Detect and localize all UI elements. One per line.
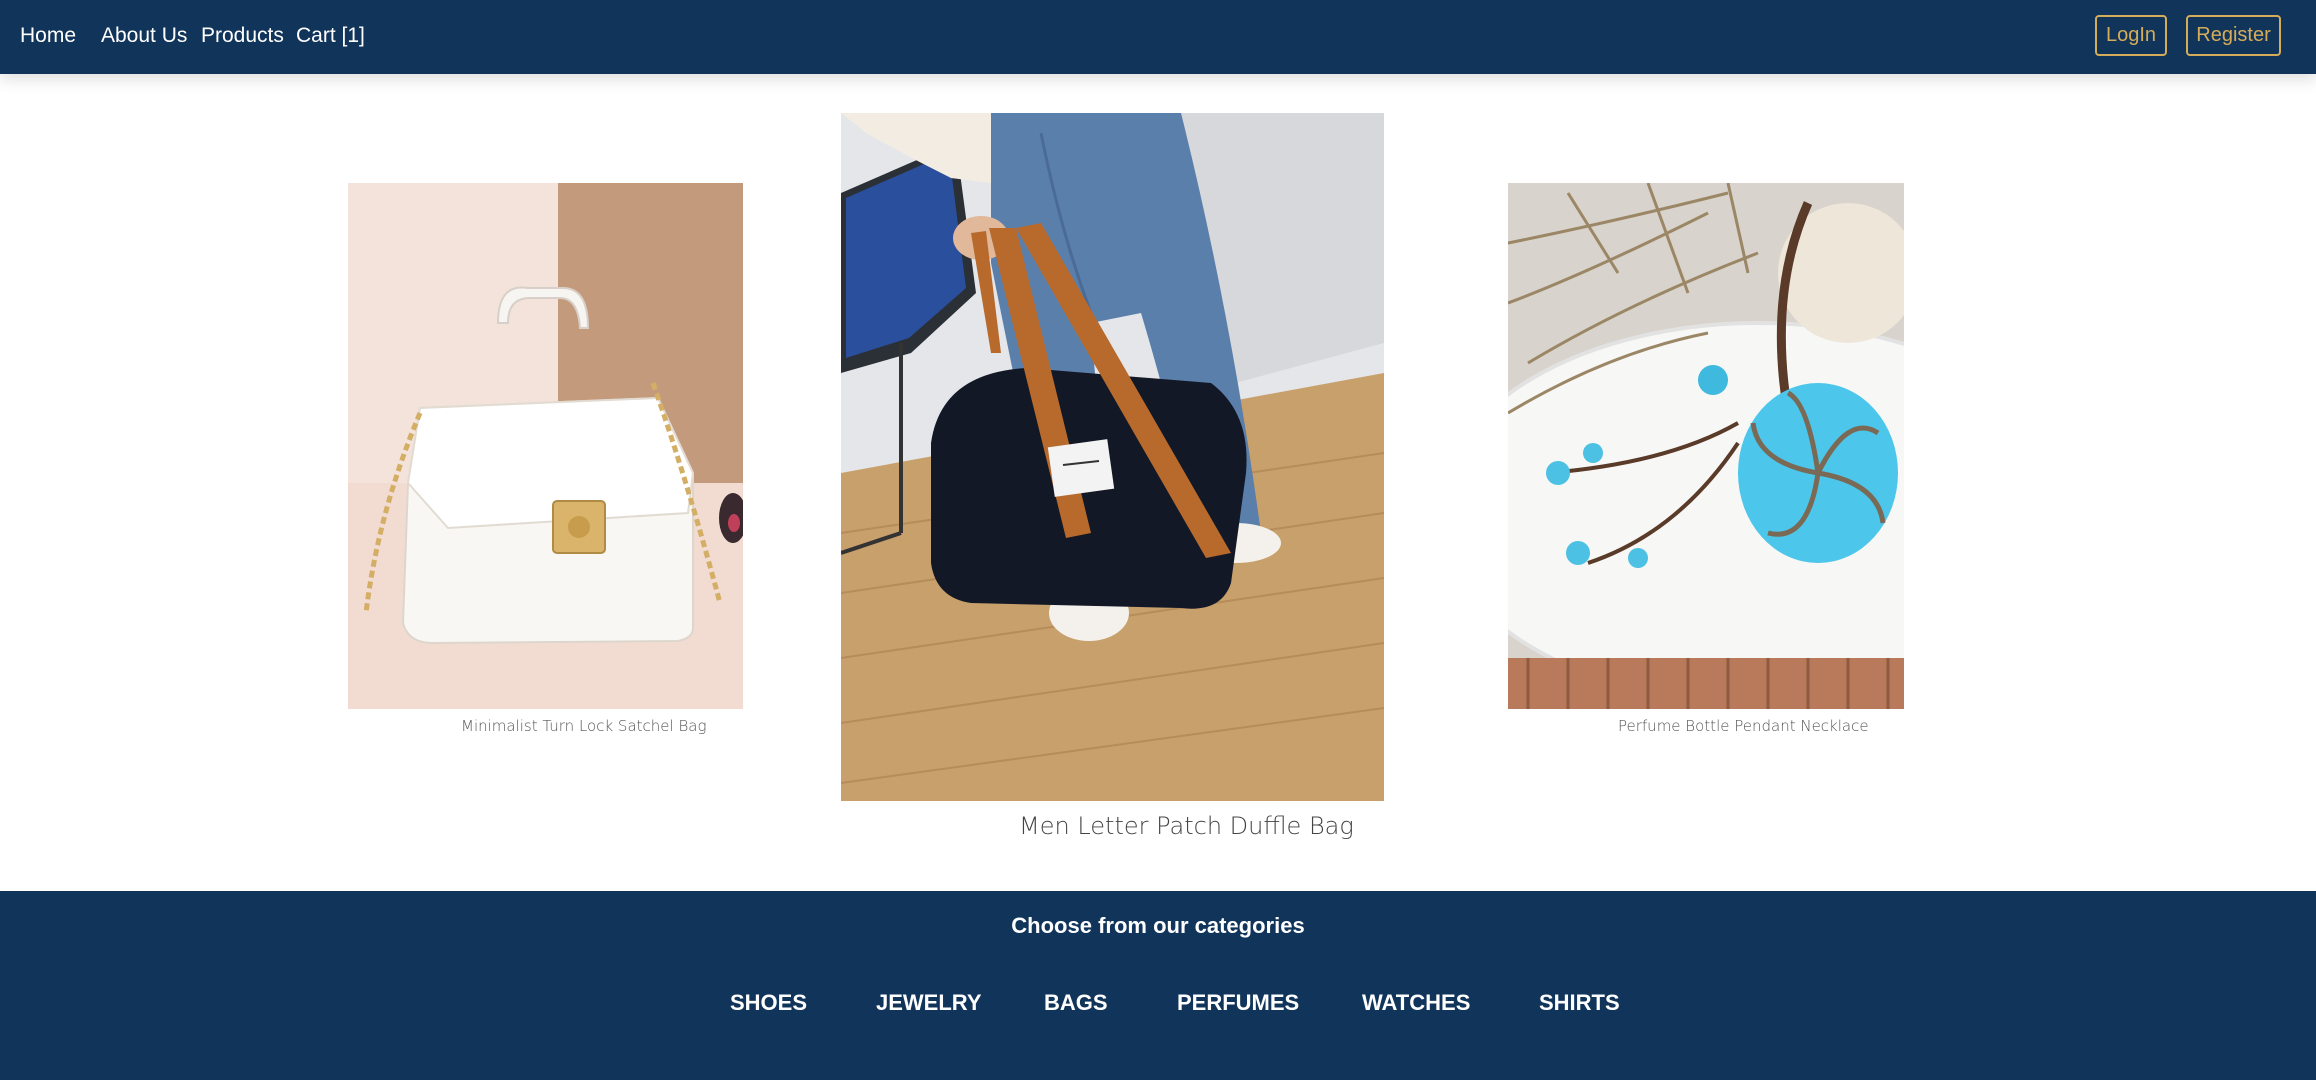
nav-about-link[interactable]: About Us xyxy=(101,22,187,50)
product-image-duffle-bag[interactable] xyxy=(841,113,1384,801)
top-navbar: Home About Us Products Cart [1] LogIn Re… xyxy=(0,0,2316,74)
nav-cart-link[interactable]: Cart [1] xyxy=(296,22,365,50)
product-name-pendant-necklace: Perfume Bottle Pendant Necklace xyxy=(1618,717,1869,735)
category-link-perfumes[interactable]: PERFUMES xyxy=(1177,988,1299,1018)
product-image-pendant-necklace[interactable] xyxy=(1508,183,1904,709)
category-link-watches[interactable]: WATCHES xyxy=(1362,988,1470,1018)
nav-home-link[interactable]: Home xyxy=(20,22,76,50)
category-link-bags[interactable]: BAGS xyxy=(1044,988,1108,1018)
category-link-shirts[interactable]: SHIRTS xyxy=(1539,988,1620,1018)
login-button[interactable]: LogIn xyxy=(2095,15,2167,56)
category-link-jewelry[interactable]: JEWELRY xyxy=(876,988,982,1018)
register-button[interactable]: Register xyxy=(2186,15,2281,56)
product-image-satchel-bag[interactable] xyxy=(348,183,743,709)
product-name-duffle-bag: Men Letter Patch Duffle Bag xyxy=(1019,812,1354,840)
categories-section: Choose from our categories SHOES JEWELRY… xyxy=(0,891,2316,1080)
category-link-shoes[interactable]: SHOES xyxy=(730,988,807,1018)
categories-title: Choose from our categories xyxy=(1011,913,1305,938)
nav-products-link[interactable]: Products xyxy=(201,22,284,50)
product-name-satchel-bag: Minimalist Turn Lock Satchel Bag xyxy=(461,717,707,735)
